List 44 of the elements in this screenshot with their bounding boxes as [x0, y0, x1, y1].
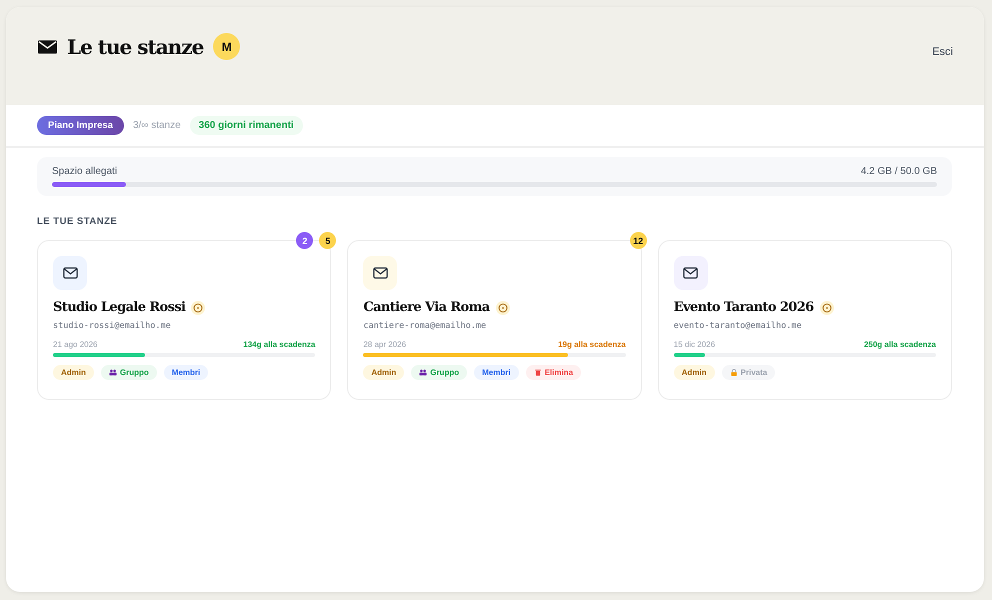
- room-email: studio-rossi@emailho.me: [53, 321, 172, 331]
- envelope-icon: [62, 267, 78, 279]
- role-tag: Membri: [164, 365, 208, 380]
- room-count: 3/∞ stanze: [132, 120, 181, 131]
- role-tag: Gruppo: [411, 365, 468, 380]
- role-tag: Gruppo: [100, 365, 157, 380]
- room-email: cantiere-roma@emailho.me: [363, 321, 488, 331]
- lock-icon: [730, 369, 738, 376]
- room-name: Cantiere Via Roma: [363, 300, 490, 315]
- section-heading: LE TUE STANZE: [37, 216, 118, 227]
- days-to-expiry: 134g alla scadenza: [243, 340, 316, 349]
- storage-label: Spazio allegati: [52, 166, 118, 177]
- envelope-icon: [683, 267, 698, 279]
- expiry-date: 28 apr 2026: [363, 340, 406, 349]
- people-icon: [108, 369, 117, 376]
- page-title: Le tue stanze: [67, 34, 204, 58]
- expiry-date: 15 dic 2026: [674, 340, 716, 349]
- logout-link[interactable]: Esci: [932, 46, 953, 58]
- people-icon: [419, 369, 428, 376]
- room-name: Evento Taranto 2026: [674, 300, 814, 315]
- count-badge: 5: [319, 232, 336, 249]
- role-tag: Membri: [474, 365, 519, 380]
- envelope-icon: [372, 267, 388, 279]
- room-name: Studio Legale Rossi: [53, 300, 186, 315]
- count-badge: 2: [296, 232, 314, 249]
- days-to-expiry: 250g alla scadenza: [864, 340, 936, 349]
- role-tag: Admin: [53, 365, 94, 380]
- circle-dot-icon: [820, 300, 834, 314]
- room-card[interactable]: Evento Taranto 2026 evento-taranto@emailho.me 15 dic 2026 250g alla scadenza Admin Privata: [658, 240, 952, 400]
- role-tag: Admin: [674, 365, 715, 380]
- expiry-date: 21 ago 2026: [53, 340, 98, 349]
- plan-badge: Piano Impresa: [37, 116, 124, 135]
- count-badge: 12: [630, 232, 647, 249]
- trash-icon: [534, 369, 542, 376]
- storage-reading: 4.2 GB / 50.0 GB: [860, 166, 937, 177]
- role-tag: Privata: [722, 365, 776, 380]
- days-remaining-badge: 360 giorni rimanenti: [190, 116, 303, 135]
- role-tag: Admin: [363, 365, 404, 380]
- envelope-icon: [38, 40, 57, 54]
- circle-dot-icon: [496, 300, 510, 314]
- days-to-expiry: 19g alla scadenza: [558, 340, 626, 349]
- room-email: evento-taranto@emailho.me: [674, 321, 803, 331]
- user-avatar[interactable]: M: [213, 33, 240, 60]
- circle-dot-icon: [191, 300, 206, 314]
